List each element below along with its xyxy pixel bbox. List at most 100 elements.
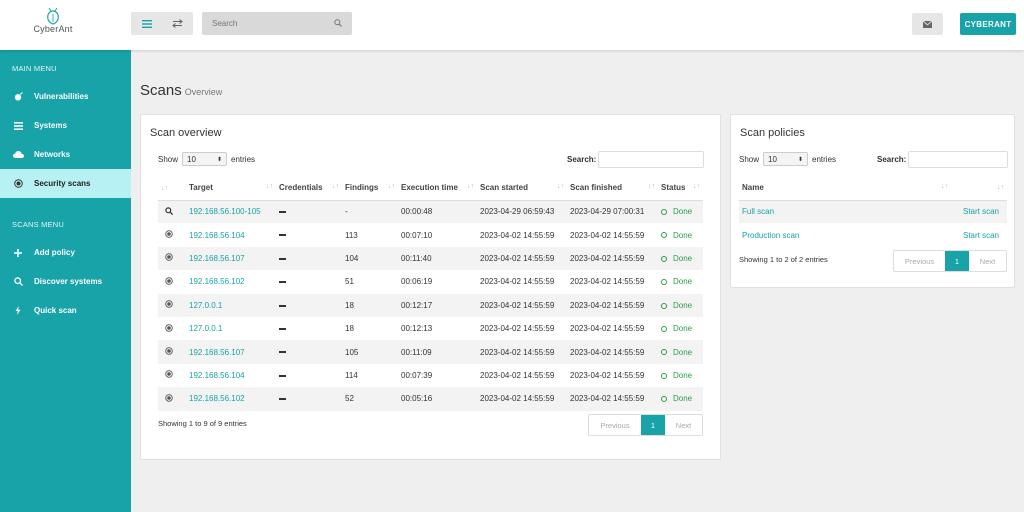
table-row[interactable]: 192.168.56.104 114 00:07:39 2023-04-02 14:5… [158,364,703,387]
table-row[interactable]: 192.168.56.100-105 -00:00:48 2023-04-29 06… [158,200,703,224]
target-cell[interactable]: 192.168.56.100-105 [186,200,276,224]
scan-started-cell: 2023-04-02 14:55:59 [477,340,567,364]
scan-overview-table: ↓↑ Target ↓↑ Credentials ↓↑ Findings ↓↑ Exe… [158,176,703,411]
pagination-page-1[interactable]: 1 [945,251,969,271]
target-link[interactable]: 192.168.56.100-105 [189,207,261,216]
policy-name-link[interactable]: Production scan [742,231,799,240]
table-row[interactable]: 192.168.56.102 52 00:05:16 2023-04-02 14:55… [158,387,703,411]
row-icon-cell[interactable] [158,293,186,317]
target-link[interactable]: 192.168.56.107 [189,254,245,263]
target-cell[interactable]: 192.168.56.104 [186,223,276,246]
menu-toggle-button[interactable] [131,12,162,35]
pagination: Previous 1 Next [588,414,703,436]
row-icon-cell[interactable] [158,270,186,293]
search-input[interactable] [202,12,327,35]
target-cell[interactable]: 127.0.0.1 [186,317,276,340]
pagination-previous[interactable]: Previous [894,251,945,271]
sidebar-item-quick-scan[interactable]: Quick scan [0,296,131,325]
col-header-credentials[interactable]: Credentials ↓↑ [276,176,342,201]
sidebar-item-networks[interactable]: Networks [0,140,131,169]
status-circle-icon [661,232,667,239]
target-icon [165,230,173,238]
scan-finished-cell: 2023-04-02 14:55:59 [567,340,658,364]
col-header-scan-finished[interactable]: Scan finished ↓↑ [567,176,658,201]
list-icon [13,121,23,130]
pagination-previous[interactable]: Previous [589,415,641,435]
policy-name-link[interactable]: Full scan [742,207,774,216]
row-icon-cell[interactable] [158,223,186,246]
row-icon-cell[interactable] [158,246,186,271]
table-row[interactable]: Production scan Start scan [739,223,1007,246]
dash-icon [279,257,286,260]
search-icon[interactable] [334,19,342,27]
table-search: Search: [567,151,705,168]
start-scan-link[interactable]: Start scan [963,231,999,240]
target-link[interactable]: 192.168.56.102 [189,394,245,403]
row-icon-cell[interactable] [158,364,186,387]
pagination-page-1[interactable]: 1 [641,415,665,435]
target-cell[interactable]: 192.168.56.107 [186,340,276,364]
pagination-next[interactable]: Next [665,415,702,435]
scan-started-cell: 2023-04-02 14:55:59 [477,387,567,411]
status-text: Done [673,324,693,334]
mail-button[interactable] [912,13,943,35]
table-row[interactable]: 127.0.0.1 18 00:12:17 2023-04-02 14:55:59 20… [158,293,703,317]
table-search-input[interactable] [908,151,1009,168]
target-cell[interactable]: 192.168.56.102 [186,270,276,293]
execution-time-cell: 00:00:48 [398,200,477,224]
policy-name-cell[interactable]: Production scan [739,223,951,246]
table-row[interactable]: 127.0.0.1 18 00:12:13 2023-04-02 14:55:59 20… [158,317,703,340]
target-link[interactable]: 192.168.56.107 [189,348,245,357]
sidebar-item-vulnerabilities[interactable]: Vulnerabilities [0,82,131,111]
sort-icon: ↓↑ [266,183,273,191]
sort-icon: ↓↑ [997,184,1004,192]
target-cell[interactable]: 192.168.56.102 [186,387,276,411]
col-header-findings[interactable]: Findings ↓↑ [342,176,398,201]
sidebar-item-systems[interactable]: Systems [0,111,131,140]
target-cell[interactable]: 192.168.56.107 [186,246,276,271]
table-row[interactable]: 192.168.56.107 104 00:11:40 2023-04-02 14:5… [158,246,703,271]
scan-finished-cell: 2023-04-02 14:55:59 [567,246,658,271]
target-link[interactable]: 192.168.56.104 [189,231,245,240]
col-header-target[interactable]: Target ↓↑ [186,176,276,201]
target-cell[interactable]: 127.0.0.1 [186,293,276,317]
row-icon-cell[interactable] [158,387,186,411]
table-search-input[interactable] [598,151,705,168]
policy-action-cell[interactable]: Start scan [951,200,1007,224]
row-icon-cell[interactable] [158,317,186,340]
swap-button[interactable] [162,12,193,35]
status-circle-icon [661,209,667,216]
sidebar-item-add-policy[interactable]: Add policy [0,238,131,267]
col-header-status[interactable]: Status ↓↑ [658,176,703,201]
target-link[interactable]: 127.0.0.1 [189,324,222,333]
col-header-icon[interactable]: ↓↑ [158,176,186,201]
table-row[interactable]: 192.168.56.107 105 00:11:09 2023-04-02 14:5… [158,340,703,364]
start-scan-link[interactable]: Start scan [963,207,999,216]
policy-name-cell[interactable]: Full scan [739,200,951,224]
target-cell[interactable]: 192.168.56.104 [186,364,276,387]
entries-select[interactable]: 10 ⬍ [182,152,228,166]
entries-select[interactable]: 10 ⬍ [763,152,809,166]
table-row[interactable]: 192.168.56.102 51 00:06:19 2023-04-02 14:55… [158,270,703,293]
row-icon-cell[interactable] [158,340,186,364]
credentials-cell [276,317,342,340]
logo[interactable]: CyberAnt [28,8,78,40]
policy-action-cell[interactable]: Start scan [951,223,1007,246]
target-link[interactable]: 127.0.0.1 [189,301,222,310]
col-header-name[interactable]: Name ↓↑ [739,176,951,201]
logo-text: CyberAnt [33,24,73,34]
row-icon-cell[interactable] [158,200,186,224]
sidebar-item-security-scans[interactable]: Security scans [0,169,131,198]
table-row[interactable]: 192.168.56.104 113 00:07:10 2023-04-02 14:5… [158,223,703,246]
col-header-label: Name [742,183,764,193]
col-header-scan-started[interactable]: Scan started ↓↑ [477,176,567,201]
user-account-button[interactable]: CYBERANT [960,13,1016,35]
target-link[interactable]: 192.168.56.104 [189,371,245,380]
table-row[interactable]: Full scan Start scan [739,200,1007,224]
target-link[interactable]: 192.168.56.102 [189,277,245,286]
sidebar-item-discover-systems[interactable]: Discover systems [0,267,131,296]
col-header-execution-time[interactable]: Execution time ↓↑ [398,176,477,201]
scan-started-cell: 2023-04-29 06:59:43 [477,200,567,224]
pagination-next[interactable]: Next [969,251,1006,271]
plus-icon [14,248,22,257]
